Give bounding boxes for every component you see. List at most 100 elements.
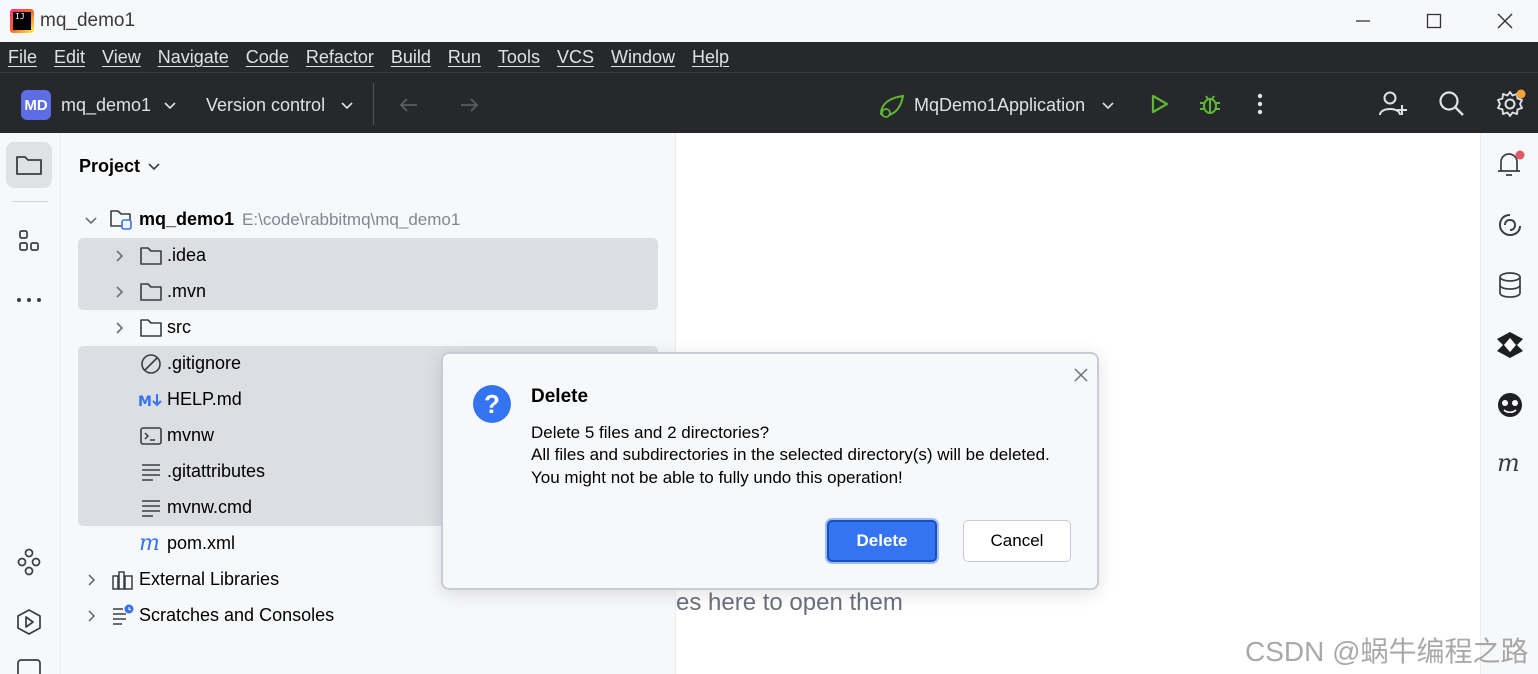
svg-text:m: m xyxy=(139,531,160,555)
dialog-close-button[interactable] xyxy=(1070,364,1092,386)
tree-item-mvn[interactable]: .mvn xyxy=(61,274,661,310)
dialog-title: Delete xyxy=(531,386,589,407)
vcs-selector[interactable]: Version control xyxy=(206,95,325,116)
tree-item-label: .gitattributes xyxy=(167,461,266,481)
chevron-right-icon xyxy=(116,286,124,298)
menu-tools[interactable]: Tools xyxy=(498,47,540,68)
notifications-bell-icon[interactable] xyxy=(1495,149,1525,179)
spring-boot-icon xyxy=(876,91,910,121)
tree-item-label: HELP.md xyxy=(167,389,242,409)
title-bar: IJ mq_demo1 xyxy=(0,0,1538,42)
tree-root-row[interactable]: mq_demo1 E:\code\rabbitmq\mq_demo1 xyxy=(61,202,661,238)
run-window-icon xyxy=(17,609,41,635)
tree-item-label: .mvn xyxy=(167,281,207,301)
chevron-down-icon[interactable] xyxy=(1098,95,1118,115)
run-icon[interactable] xyxy=(1145,90,1173,118)
minimize-button[interactable] xyxy=(1340,6,1386,36)
menu-file[interactable]: File xyxy=(8,47,37,68)
close-window-button[interactable] xyxy=(1482,6,1528,36)
dialog-message-line-3: You might not be able to fully undo this… xyxy=(531,468,903,487)
root-name: mq_demo1 xyxy=(139,209,235,229)
debug-icon[interactable] xyxy=(1196,90,1224,118)
menu-build[interactable]: Build xyxy=(391,47,431,68)
libraries-icon xyxy=(111,568,135,592)
search-icon[interactable] xyxy=(1436,88,1468,120)
chevron-down-icon[interactable] xyxy=(147,159,161,173)
tree-item-label: mvnw xyxy=(167,425,215,445)
menu-run[interactable]: Run xyxy=(448,47,481,68)
chevron-down-icon[interactable] xyxy=(160,95,180,115)
menu-vcs[interactable]: VCS xyxy=(557,47,594,68)
menu-refactor[interactable]: Refactor xyxy=(306,47,374,68)
settings-gear-icon[interactable] xyxy=(1494,88,1528,120)
project-badge[interactable]: MD xyxy=(21,90,51,120)
chevron-down-icon[interactable] xyxy=(337,95,357,115)
chevron-right-icon xyxy=(88,610,96,622)
maximize-button[interactable] xyxy=(1411,6,1457,36)
maven-tool-icon[interactable]: m xyxy=(1495,448,1525,478)
shell-script-icon xyxy=(139,424,163,448)
tree-item-label: .gitignore xyxy=(167,353,242,373)
chevron-right-icon xyxy=(116,322,124,334)
editor-empty-hint: es here to open them xyxy=(676,589,903,616)
tree-item-label: mvnw.cmd xyxy=(167,497,253,517)
more-tools-button[interactable] xyxy=(6,277,52,323)
terminal-tool-button[interactable] xyxy=(6,655,52,674)
add-user-icon[interactable] xyxy=(1377,88,1409,120)
tree-item-idea[interactable]: .idea xyxy=(61,238,661,274)
project-tool-button[interactable] xyxy=(6,142,52,188)
tree-item-scratches[interactable]: Scratches and Consoles xyxy=(61,598,661,634)
logo-text: IJ xyxy=(13,12,31,30)
menu-window[interactable]: Window xyxy=(611,47,675,68)
run-configuration-selector[interactable]: MqDemo1Application xyxy=(914,95,1085,116)
run-tool-button[interactable] xyxy=(6,599,52,645)
tree-item-label: External Libraries xyxy=(139,569,280,589)
menu-view[interactable]: View xyxy=(102,47,141,68)
services-tool-button[interactable] xyxy=(6,539,52,585)
menu-navigate[interactable]: Navigate xyxy=(158,47,229,68)
database-icon[interactable] xyxy=(1495,270,1525,300)
minimize-icon xyxy=(1356,20,1370,22)
main-toolbar: MD mq_demo1 Version control MqDemo1Appli… xyxy=(0,72,1538,133)
folder-icon xyxy=(139,244,163,268)
folder-icon xyxy=(139,280,163,304)
project-selector[interactable]: mq_demo1 xyxy=(61,95,151,116)
menu-edit[interactable]: Edit xyxy=(54,47,85,68)
close-icon xyxy=(1074,368,1088,382)
left-tool-stripe xyxy=(0,133,61,674)
tree-item-src[interactable]: src xyxy=(61,310,661,346)
services-icon xyxy=(17,548,41,576)
delete-dialog: ? Delete Delete 5 files and 2 directorie… xyxy=(441,352,1099,590)
mascot-plugin-icon[interactable] xyxy=(1495,390,1525,420)
ignore-file-icon xyxy=(139,352,163,376)
back-arrow-icon[interactable] xyxy=(395,91,423,119)
ai-assistant-icon[interactable] xyxy=(1495,210,1525,240)
window-title: mq_demo1 xyxy=(40,10,136,31)
plugin-tool-icon[interactable] xyxy=(1495,330,1525,360)
maximize-icon xyxy=(1426,13,1442,29)
panel-title[interactable]: Project xyxy=(79,156,140,177)
structure-tool-button[interactable] xyxy=(6,218,52,264)
cancel-button[interactable]: Cancel xyxy=(963,520,1071,562)
tree-item-label: Scratches and Consoles xyxy=(139,605,335,625)
menu-code[interactable]: Code xyxy=(246,47,289,68)
scratches-icon xyxy=(111,603,135,627)
dialog-message-line-2: All files and subdirectories in the sele… xyxy=(531,445,1050,464)
module-folder-icon xyxy=(109,207,133,231)
folder-icon xyxy=(16,156,42,175)
watermark: CSDN @蜗牛编程之路 xyxy=(1245,636,1529,667)
text-file-icon xyxy=(139,460,163,484)
toolbar-separator xyxy=(373,83,374,125)
text-file-icon xyxy=(139,496,163,520)
more-options-icon[interactable] xyxy=(1246,90,1274,118)
forward-arrow-icon[interactable] xyxy=(455,91,483,119)
folder-icon xyxy=(139,316,163,340)
delete-confirm-button[interactable]: Delete xyxy=(827,520,937,562)
chevron-down-icon xyxy=(85,217,97,225)
menu-help[interactable]: Help xyxy=(692,47,729,68)
tree-item-label: pom.xml xyxy=(167,533,236,553)
tree-item-label: src xyxy=(167,317,191,337)
chevron-right-icon xyxy=(88,574,96,586)
tree-item-label: .idea xyxy=(167,245,207,265)
stripe-separator xyxy=(12,201,48,202)
